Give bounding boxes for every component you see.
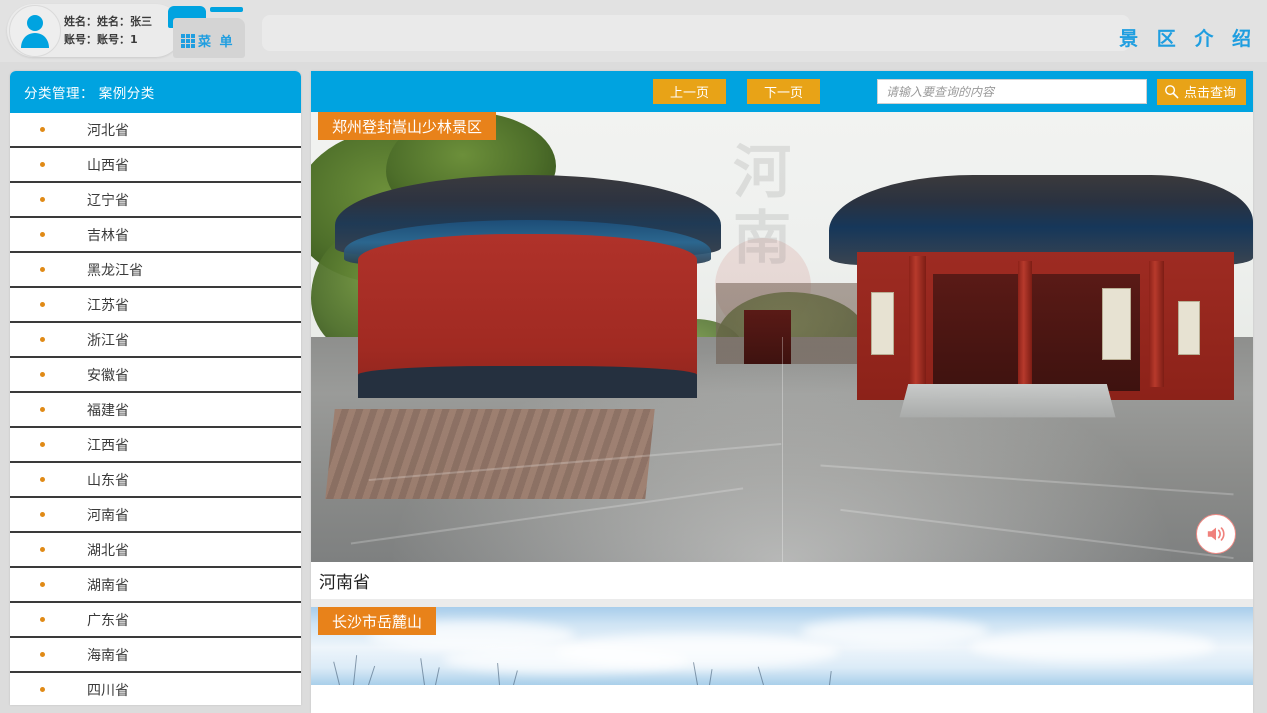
sidebar-list: 河北省山西省辽宁省吉林省黑龙江省江苏省浙江省安徽省福建省江西省山东省河南省湖北省… xyxy=(10,113,301,705)
header-search-area[interactable] xyxy=(262,15,1130,51)
user-account-line: 账号：账号：1 xyxy=(64,31,152,49)
sidebar-item-label: 江苏省 xyxy=(87,295,129,315)
sidebar-item-label: 广东省 xyxy=(87,610,129,630)
bullet-icon xyxy=(40,407,45,412)
user-name-line: 姓名：姓名：张三 xyxy=(64,13,152,31)
panorama-image xyxy=(311,607,1253,685)
sidebar-item-label: 河南省 xyxy=(87,505,129,525)
speaker-icon xyxy=(1205,524,1227,544)
bullet-icon xyxy=(40,197,45,202)
sidebar-item-14[interactable]: 湖南省 xyxy=(10,568,301,603)
sidebar-item-label: 河北省 xyxy=(87,120,129,140)
sidebar-item-11[interactable]: 山东省 xyxy=(10,463,301,498)
card-separator xyxy=(311,599,1253,607)
audio-play-button[interactable] xyxy=(1196,514,1236,554)
sidebar-item-label: 浙江省 xyxy=(87,330,129,350)
avatar xyxy=(9,5,61,57)
bullet-icon xyxy=(40,582,45,587)
panorama-image: 河 南 xyxy=(311,112,1253,562)
bullet-icon xyxy=(40,302,45,307)
sidebar-item-label: 湖南省 xyxy=(87,575,129,595)
bullet-icon xyxy=(40,512,45,517)
card-title-badge: 长沙市岳麓山 xyxy=(318,607,436,635)
search-button[interactable]: 点击查询 xyxy=(1157,79,1246,105)
sidebar-item-label: 福建省 xyxy=(87,400,129,420)
content-toolbar: 上一页 下一页 点击查询 xyxy=(311,71,1253,112)
sidebar-item-5[interactable]: 黑龙江省 xyxy=(10,253,301,288)
search-icon xyxy=(1164,84,1179,99)
sidebar-item-label: 江西省 xyxy=(87,435,129,455)
sidebar: 分类管理： 案例分类 河北省山西省辽宁省吉林省黑龙江省江苏省浙江省安徽省福建省江… xyxy=(10,71,301,705)
bullet-icon xyxy=(40,652,45,657)
bullet-icon xyxy=(40,232,45,237)
sidebar-item-1[interactable]: 河北省 xyxy=(10,113,301,148)
sidebar-item-label: 吉林省 xyxy=(87,225,129,245)
bullet-icon xyxy=(40,337,45,342)
card-caption: 河南省 xyxy=(311,562,1253,599)
panorama-viewer[interactable]: 河 南 xyxy=(311,112,1253,562)
menu-bar-decoration xyxy=(210,7,243,12)
image-watermark: 河 南 xyxy=(733,139,793,271)
sidebar-header: 分类管理： 案例分类 xyxy=(10,71,301,113)
user-card: 姓名：姓名：张三 账号：账号：1 xyxy=(7,4,182,57)
sidebar-item-17[interactable]: 四川省 xyxy=(10,673,301,705)
scenic-card: 长沙市岳麓山 xyxy=(311,607,1253,685)
sidebar-item-label: 辽宁省 xyxy=(87,190,129,210)
user-info: 姓名：姓名：张三 账号：账号：1 xyxy=(64,13,152,49)
main-panel: 上一页 下一页 点击查询 河 南 xyxy=(311,71,1253,713)
sidebar-item-8[interactable]: 安徽省 xyxy=(10,358,301,393)
bullet-icon xyxy=(40,617,45,622)
card-list: 河 南 xyxy=(311,112,1253,685)
sidebar-item-2[interactable]: 山西省 xyxy=(10,148,301,183)
sidebar-item-label: 安徽省 xyxy=(87,365,129,385)
menu-button-label: 菜 单 xyxy=(198,31,235,50)
panorama-viewer[interactable]: 长沙市岳麓山 xyxy=(311,607,1253,685)
search-button-label: 点击查询 xyxy=(1184,82,1236,101)
sidebar-item-10[interactable]: 江西省 xyxy=(10,428,301,463)
bullet-icon xyxy=(40,127,45,132)
sidebar-item-label: 山西省 xyxy=(87,155,129,175)
sidebar-item-9[interactable]: 福建省 xyxy=(10,393,301,428)
app-header: 姓名：姓名：张三 账号：账号：1 菜 单 景 区 介 绍 xyxy=(0,0,1267,62)
bullet-icon xyxy=(40,162,45,167)
bullet-icon xyxy=(40,687,45,692)
menu-button[interactable]: 菜 单 xyxy=(173,18,245,58)
bullet-icon xyxy=(40,442,45,447)
sidebar-item-13[interactable]: 湖北省 xyxy=(10,533,301,568)
next-page-button[interactable]: 下一页 xyxy=(747,79,820,104)
scenic-card: 河 南 xyxy=(311,112,1253,599)
bullet-icon xyxy=(40,547,45,552)
card-title-badge: 郑州登封嵩山少林景区 xyxy=(318,112,496,140)
sidebar-item-label: 四川省 xyxy=(87,680,129,700)
sidebar-item-label: 黑龙江省 xyxy=(87,260,143,280)
search-input[interactable] xyxy=(877,79,1147,104)
bullet-icon xyxy=(40,267,45,272)
sidebar-item-6[interactable]: 江苏省 xyxy=(10,288,301,323)
prev-page-button[interactable]: 上一页 xyxy=(653,79,726,104)
sidebar-item-3[interactable]: 辽宁省 xyxy=(10,183,301,218)
bullet-icon xyxy=(40,477,45,482)
sidebar-item-4[interactable]: 吉林省 xyxy=(10,218,301,253)
sidebar-item-label: 湖北省 xyxy=(87,540,129,560)
menu-button-group[interactable]: 菜 单 xyxy=(163,2,245,58)
sidebar-item-16[interactable]: 海南省 xyxy=(10,638,301,673)
page-title: 景 区 介 绍 xyxy=(1119,24,1257,51)
sidebar-item-7[interactable]: 浙江省 xyxy=(10,323,301,358)
sidebar-item-15[interactable]: 广东省 xyxy=(10,603,301,638)
grid-menu-icon xyxy=(181,34,195,48)
sidebar-item-label: 海南省 xyxy=(87,645,129,665)
sidebar-item-label: 山东省 xyxy=(87,470,129,490)
bullet-icon xyxy=(40,372,45,377)
user-avatar-icon xyxy=(20,14,50,48)
sidebar-item-12[interactable]: 河南省 xyxy=(10,498,301,533)
